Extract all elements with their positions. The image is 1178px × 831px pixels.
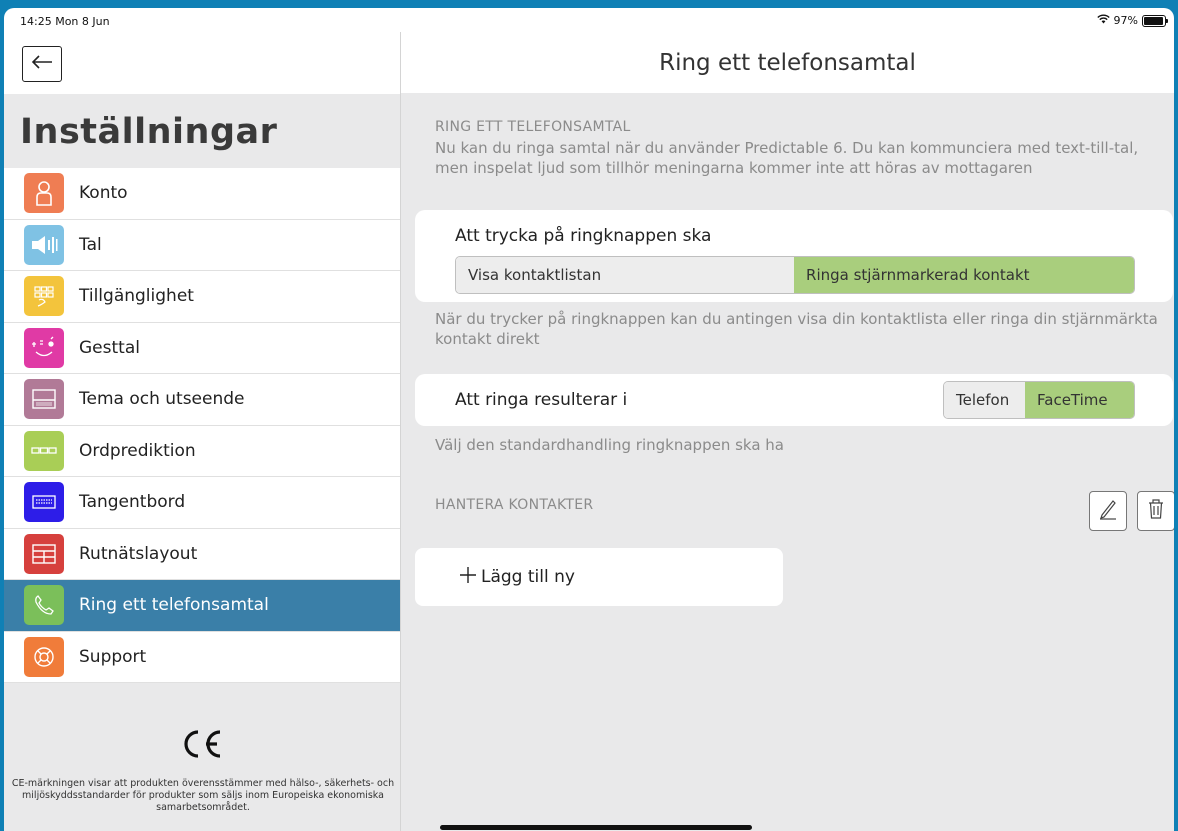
section-heading-contacts: HANTERA KONTAKTER (435, 497, 594, 513)
person-icon (24, 173, 64, 214)
sidebar: Inställningar Konto Tal Tillgänglighet G… (4, 32, 401, 831)
sidebar-item-label: Support (79, 646, 147, 667)
call-button-hint: När du trycker på ringknappen kan du ant… (435, 310, 1158, 348)
sidebar-item-tema[interactable]: Tema och utseende (4, 374, 400, 426)
add-contact-label: Lägg till ny (481, 567, 575, 587)
sidebar-item-tangentbord[interactable]: Tangentbord (4, 477, 400, 529)
keyboard-icon (24, 482, 64, 523)
battery-percentage: 97% (1113, 14, 1138, 27)
sidebar-item-konto[interactable]: Konto (4, 168, 400, 220)
option-telefon[interactable]: Telefon (944, 382, 1026, 418)
word-prediction-icon (24, 430, 64, 471)
call-button-card: Att trycka på ringknappen ska Visa konta… (415, 210, 1173, 302)
pencil-icon (1098, 498, 1118, 524)
sidebar-item-tillganglighet[interactable]: Tillgänglighet (4, 271, 400, 323)
call-result-title: Att ringa resulterar i (455, 390, 628, 410)
sidebar-item-ordprediktion[interactable]: Ordprediktion (4, 426, 400, 477)
sidebar-item-label: Ring ett telefonsamtal (79, 595, 269, 616)
grid-layout-icon (24, 533, 64, 574)
delete-contacts-button[interactable] (1137, 491, 1174, 531)
ce-logo (4, 728, 400, 769)
sidebar-item-tal[interactable]: Tal (4, 220, 400, 271)
sidebar-item-label: Ordprediktion (79, 440, 196, 461)
sidebar-item-label: Tillgänglighet (79, 286, 194, 307)
sidebar-item-label: Tangentbord (79, 492, 186, 513)
lifebuoy-icon (24, 636, 64, 677)
sidebar-item-label: Konto (79, 183, 128, 204)
status-bar: 14:25 Mon 8 Jun 97% (4, 8, 1174, 32)
ipad-screen: 14:25 Mon 8 Jun 97% Inställningar Konto (4, 8, 1174, 831)
section-description: Nu kan du ringa samtal när du använder P… (435, 139, 1139, 177)
trash-icon (1147, 498, 1165, 524)
accessibility-grid-icon (24, 276, 64, 317)
option-call-starred[interactable]: Ringa stjärnmarkerad kontakt (794, 257, 1134, 293)
status-time: 14:25 Mon 8 Jun (20, 15, 110, 28)
sidebar-topbar (4, 32, 400, 94)
sidebar-item-label: Tal (79, 234, 102, 255)
speaker-icon (24, 224, 64, 265)
ce-description: CE-märkningen visar att produkten överen… (11, 778, 395, 813)
phone-icon (24, 585, 64, 626)
sidebar-item-gesttal[interactable]: Gesttal (4, 323, 400, 374)
sidebar-item-rutnatslayout[interactable]: Rutnätslayout (4, 529, 400, 580)
section-heading-call: RING ETT TELEFONSAMTAL (435, 119, 631, 135)
sidebar-item-label: Tema och utseende (79, 389, 245, 410)
option-facetime[interactable]: FaceTime (1025, 382, 1134, 418)
main-panel: Ring ett telefonsamtal RING ETT TELEFONS… (401, 32, 1174, 831)
sidebar-title: Inställningar (20, 112, 278, 152)
call-result-segmented-control: Telefon FaceTime (943, 381, 1135, 419)
settings-menu: Konto Tal Tillgänglighet Gesttal Tema oc… (4, 168, 400, 683)
sidebar-item-ring[interactable]: Ring ett telefonsamtal (4, 580, 400, 632)
plus-icon (459, 565, 477, 590)
call-result-card: Att ringa resulterar i Telefon FaceTime (415, 374, 1173, 426)
call-button-segmented-control: Visa kontaktlistan Ringa stjärnmarkerad … (455, 256, 1135, 294)
status-right: 97% (1096, 14, 1168, 27)
call-result-hint: Välj den standardhandling ringknappen sk… (435, 436, 784, 454)
back-button[interactable] (22, 46, 62, 82)
add-contact-button[interactable]: Lägg till ny (415, 548, 783, 606)
edit-contacts-button[interactable] (1089, 491, 1127, 531)
call-button-title: Att trycka på ringknappen ska (455, 226, 712, 246)
arrow-left-icon (31, 54, 53, 74)
theme-screen-icon (24, 379, 64, 420)
home-indicator (440, 825, 752, 830)
page-title: Ring ett telefonsamtal (659, 50, 916, 76)
battery-icon (1142, 14, 1168, 27)
wifi-icon (1096, 14, 1110, 27)
main-header: Ring ett telefonsamtal (401, 32, 1174, 93)
option-show-contacts[interactable]: Visa kontaktlistan (456, 257, 795, 293)
gesture-face-icon (24, 327, 64, 368)
sidebar-item-label: Gesttal (79, 337, 140, 358)
sidebar-item-label: Rutnätslayout (79, 543, 198, 564)
sidebar-item-support[interactable]: Support (4, 632, 400, 683)
